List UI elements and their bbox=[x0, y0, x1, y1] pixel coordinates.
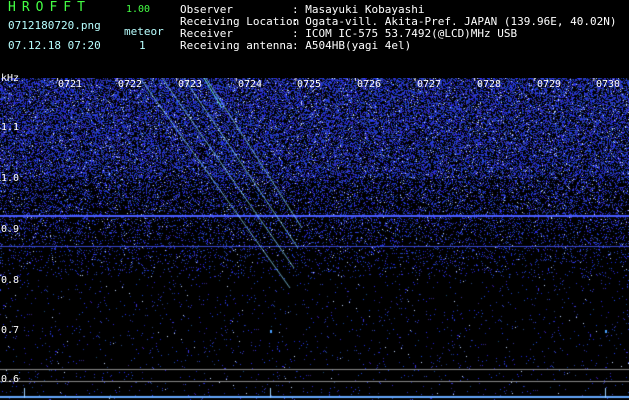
meteor-count: 1 bbox=[139, 39, 146, 52]
y-label-0-8: 0.8 bbox=[1, 275, 20, 286]
y-axis-unit: kHz bbox=[1, 73, 20, 84]
file-name: 0712180720.png bbox=[8, 19, 101, 32]
y-label-0-7: 0.7 bbox=[1, 325, 20, 336]
antenna-value: : A504HB(yagi 4el) bbox=[292, 39, 412, 52]
y-label-1-1: 1.1 bbox=[1, 122, 20, 133]
spectrogram-canvas bbox=[0, 78, 629, 400]
y-label-0-9: 0.9 bbox=[1, 224, 20, 235]
x-label-0729: 0729 bbox=[537, 79, 562, 90]
x-label-0723: 0723 bbox=[178, 79, 203, 90]
date-time: 07.12.18 07:20 bbox=[8, 39, 101, 52]
x-label-0722: 0722 bbox=[118, 79, 143, 90]
x-label-0728: 0728 bbox=[477, 79, 502, 90]
x-label-0727: 0727 bbox=[417, 79, 442, 90]
app-title: HROFFT bbox=[8, 0, 91, 15]
antenna-label: Receiving antenna bbox=[180, 39, 293, 52]
x-label-0726: 0726 bbox=[357, 79, 382, 90]
x-label-0725: 0725 bbox=[297, 79, 322, 90]
y-label-1-0: 1.0 bbox=[1, 173, 20, 184]
x-label-0724: 0724 bbox=[238, 79, 263, 90]
x-label-0721: 0721 bbox=[58, 79, 83, 90]
x-label-0730: 0730 bbox=[596, 79, 621, 90]
app-version: 1.00 bbox=[126, 4, 151, 15]
meteor-label: meteor bbox=[124, 25, 164, 38]
y-label-0-6: 0.6 bbox=[1, 374, 20, 385]
